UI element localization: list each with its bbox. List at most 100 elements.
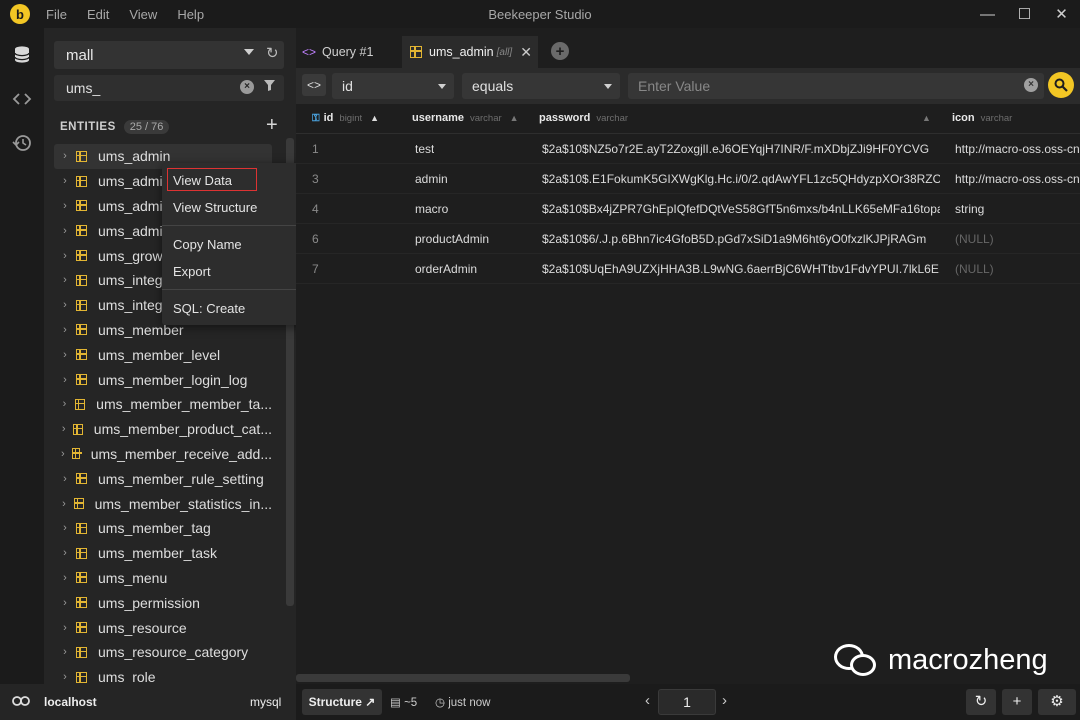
chevron-right-icon[interactable]: ›	[58, 299, 72, 311]
chevron-right-icon[interactable]: ›	[58, 671, 72, 683]
menu-view[interactable]: View	[129, 7, 157, 22]
chevron-right-icon[interactable]: ›	[58, 200, 72, 212]
chevron-right-icon[interactable]: ›	[58, 597, 72, 609]
chevron-right-icon[interactable]: ›	[58, 349, 72, 361]
tab-table[interactable]: ums_admin [all] ✕	[402, 36, 538, 68]
add-row-button[interactable]: +	[1002, 689, 1032, 715]
filter-operator-select[interactable]: equals	[462, 73, 620, 99]
chevron-right-icon[interactable]: ›	[58, 547, 72, 559]
cell-password[interactable]: $2a$10$Bx4jZPR7GhEpIQfefDQtVeS58GfT5n6mx…	[542, 202, 940, 216]
chevron-right-icon[interactable]: ›	[58, 250, 72, 262]
chevron-right-icon[interactable]: ›	[58, 473, 72, 485]
cell-password[interactable]: $2a$10$6/.J.p.6Bhn7ic4GfoB5D.pGd7xSiD1a9…	[542, 232, 940, 246]
cell-password[interactable]: $2a$10$UqEhA9UZXjHHA3B.L9wNG.6aerrBjC6WH…	[542, 262, 940, 276]
refresh-icon[interactable]: ↻	[266, 46, 280, 61]
menu-item-sql-create[interactable]: SQL: Create	[173, 301, 245, 316]
code-toggle-icon[interactable]: <>	[302, 74, 326, 96]
chevron-right-icon[interactable]: ›	[58, 324, 72, 336]
cell-username[interactable]: macro	[415, 202, 448, 216]
tree-item[interactable]: › ums_member_login_log	[54, 367, 272, 392]
connection-host[interactable]: localhost	[44, 695, 97, 709]
column-header-username[interactable]: username varchar ▲	[412, 112, 519, 124]
column-header-icon[interactable]: icon varchar	[952, 112, 1012, 124]
structure-button[interactable]: Structure ↗	[302, 689, 382, 715]
table-row[interactable]: 7 orderAdmin $2a$10$UqEhA9UZXjHHA3B.L9wN…	[296, 254, 1080, 284]
tree-item[interactable]: › ums_member_task	[54, 541, 272, 566]
table-row[interactable]: 4 macro $2a$10$Bx4jZPR7GhEpIQfefDQtVeS58…	[296, 194, 1080, 224]
cell-username[interactable]: test	[415, 142, 434, 156]
next-page-icon[interactable]: ›	[722, 692, 727, 709]
chevron-right-icon[interactable]: ›	[58, 150, 72, 162]
cell-id[interactable]: 7	[312, 262, 319, 276]
cell-icon[interactable]: (NULL)	[955, 262, 1080, 276]
cell-username[interactable]: orderAdmin	[415, 262, 477, 276]
cell-password[interactable]: $2a$10$.E1FokumK5GIXWgKlg.Hc.i/0/2.qdAwY…	[542, 172, 940, 186]
database-icon[interactable]	[0, 40, 44, 70]
cell-icon[interactable]: http://macro-oss.oss-cn-shenzhen.aliyunc…	[955, 142, 1080, 156]
chevron-right-icon[interactable]: ›	[58, 498, 70, 510]
cell-icon[interactable]: http://macro-oss.oss-cn-shenzhen.aliyunc…	[955, 172, 1080, 186]
minimize-icon[interactable]: —	[969, 0, 1006, 28]
chevron-right-icon[interactable]: ›	[58, 448, 68, 460]
table-row[interactable]: 6 productAdmin $2a$10$6/.J.p.6Bhn7ic4Gfo…	[296, 224, 1080, 254]
menu-edit[interactable]: Edit	[87, 7, 109, 22]
tree-item[interactable]: › ums_member_member_ta...	[54, 392, 272, 417]
tree-item[interactable]: › ums_member_tag	[54, 516, 272, 541]
chevron-right-icon[interactable]: ›	[58, 374, 72, 386]
chevron-right-icon[interactable]: ›	[58, 522, 72, 534]
connection-select[interactable]: mall	[54, 41, 284, 69]
chevron-right-icon[interactable]: ›	[58, 423, 69, 435]
filter-icon[interactable]	[264, 80, 275, 94]
sort-icon[interactable]: ▲	[922, 112, 931, 124]
cell-icon[interactable]: (NULL)	[955, 232, 1080, 246]
menu-item-view-data[interactable]: View Data	[173, 173, 232, 188]
close-tab-icon[interactable]: ✕	[520, 44, 532, 61]
chevron-right-icon[interactable]: ›	[58, 225, 72, 237]
table-row[interactable]: 3 admin $2a$10$.E1FokumK5GIXWgKlg.Hc.i/0…	[296, 164, 1080, 194]
tree-item[interactable]: › ums_member_receive_add...	[54, 442, 272, 467]
cell-username[interactable]: productAdmin	[415, 232, 489, 246]
cell-username[interactable]: admin	[415, 172, 448, 186]
link-icon[interactable]	[12, 694, 30, 710]
chevron-right-icon[interactable]: ›	[58, 622, 72, 634]
tree-item[interactable]: › ums_resource	[54, 615, 272, 640]
chevron-right-icon[interactable]: ›	[58, 175, 72, 187]
maximize-icon[interactable]: ☐	[1006, 0, 1043, 28]
chevron-right-icon[interactable]: ›	[58, 274, 72, 286]
menu-help[interactable]: Help	[177, 7, 204, 22]
cell-id[interactable]: 1	[312, 142, 319, 156]
cell-password[interactable]: $2a$10$NZ5o7r2E.ayT2ZoxgjlI.eJ6OEYqjH7IN…	[542, 142, 940, 156]
chevron-right-icon[interactable]: ›	[58, 572, 72, 584]
code-icon[interactable]	[0, 84, 44, 114]
menu-item-export[interactable]: Export	[173, 264, 211, 279]
cell-id[interactable]: 3	[312, 172, 319, 186]
tree-item[interactable]: › ums_permission	[54, 590, 272, 615]
settings-gear-icon[interactable]: ⚙	[1038, 689, 1076, 715]
tree-item[interactable]: › ums_member_level	[54, 342, 272, 367]
menu-item-copy-name[interactable]: Copy Name	[173, 237, 242, 252]
column-header-id[interactable]: ⚿ id bigint ▲	[312, 112, 379, 124]
tree-item[interactable]: › ums_member_rule_setting	[54, 466, 272, 491]
table-row[interactable]: 1 test $2a$10$NZ5o7r2E.ayT2ZoxgjlI.eJ6OE…	[296, 134, 1080, 164]
cell-id[interactable]: 6	[312, 232, 319, 246]
tab-query[interactable]: <> Query #1	[302, 36, 373, 68]
chevron-right-icon[interactable]: ›	[58, 646, 72, 658]
tree-item[interactable]: › ums_member_statistics_in...	[54, 491, 272, 516]
cell-id[interactable]: 4	[312, 202, 319, 216]
new-tab-button[interactable]: +	[551, 42, 569, 60]
history-icon[interactable]	[0, 128, 44, 158]
menu-item-view-structure[interactable]: View Structure	[173, 200, 257, 215]
refresh-button[interactable]: ↻	[966, 689, 996, 715]
previous-page-icon[interactable]: ‹	[645, 692, 650, 709]
filter-column-select[interactable]: id	[332, 73, 454, 99]
filter-value-input[interactable]: Enter Value	[628, 73, 1044, 99]
cell-icon[interactable]: string	[955, 202, 1080, 216]
horizontal-scrollbar[interactable]	[296, 674, 630, 682]
add-entity-button[interactable]: +	[266, 114, 278, 137]
menu-file[interactable]: File	[46, 7, 67, 22]
close-icon[interactable]: ✕	[1043, 0, 1080, 28]
sort-icon[interactable]: ▲	[510, 113, 519, 123]
column-header-password[interactable]: password varchar	[539, 112, 628, 124]
clear-value-icon[interactable]: ×	[1024, 78, 1038, 92]
tree-item[interactable]: › ums_resource_category	[54, 640, 272, 665]
